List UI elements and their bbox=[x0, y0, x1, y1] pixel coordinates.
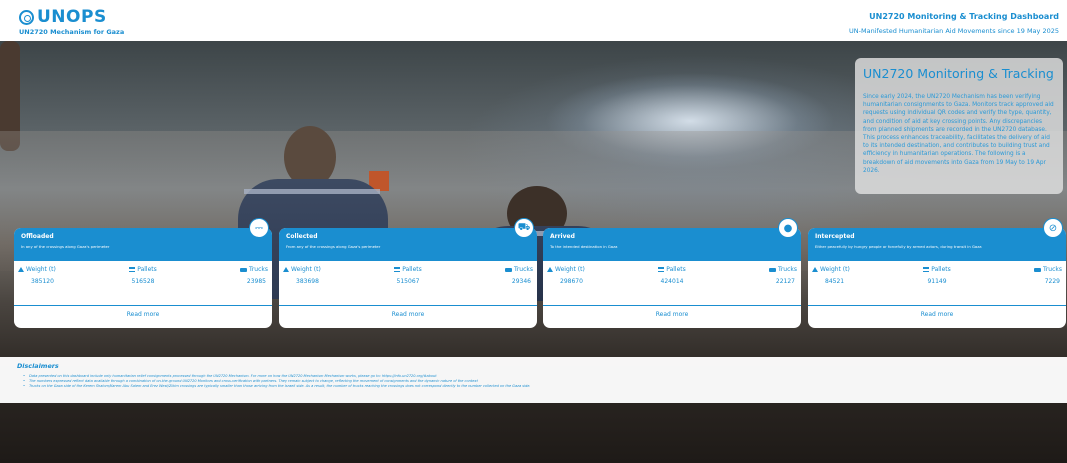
pallets-value: 516528 bbox=[131, 278, 155, 285]
pallets-value: 515067 bbox=[396, 278, 420, 285]
info-title: UN2720 Monitoring & Tracking bbox=[863, 66, 1054, 81]
read-more-link[interactable]: Read more bbox=[543, 311, 801, 318]
weight-label: Weight (t) bbox=[820, 266, 850, 273]
stat-pallets: Pallets 424014 bbox=[631, 266, 714, 285]
info-body: Since early 2024, the UN2720 Mechanism h… bbox=[863, 94, 1054, 174]
card-description: Either peacefully by hungry people or fo… bbox=[815, 244, 982, 249]
weight-value: 383698 bbox=[296, 278, 319, 285]
card-offloaded: Offloaded In any of the crossings along … bbox=[14, 218, 272, 328]
pallets-value: 424014 bbox=[660, 278, 684, 285]
un-emblem-icon bbox=[19, 9, 34, 25]
stat-pallets: Pallets 91149 bbox=[896, 266, 979, 285]
weight-icon bbox=[547, 267, 553, 272]
logo-subtitle: UN2720 Mechanism for Gaza bbox=[19, 28, 125, 36]
disclaimers-section: Disclaimers Data presented on this dashb… bbox=[0, 357, 1067, 403]
card-intercepted: Intercepted Either peacefully by hungry … bbox=[808, 218, 1066, 328]
truck-icon bbox=[1034, 267, 1042, 272]
read-more-link[interactable]: Read more bbox=[14, 311, 272, 318]
stat-trucks: Trucks 29346 bbox=[451, 266, 533, 285]
pallet-icon bbox=[923, 267, 930, 272]
trucks-label: Trucks bbox=[249, 266, 268, 273]
pallet-icon bbox=[658, 267, 665, 272]
trucks-value: 7229 bbox=[1044, 278, 1060, 285]
trucks-value: 23985 bbox=[246, 278, 266, 285]
card-description: From any of the crossings along Gaza's p… bbox=[286, 244, 381, 249]
card-title: Collected bbox=[286, 233, 318, 240]
disclaimers-list: Data presented on this dashboard include… bbox=[17, 374, 1050, 389]
card-collected: Collected From any of the crossings alon… bbox=[279, 218, 537, 328]
weight-icon bbox=[283, 267, 289, 272]
card-divider bbox=[543, 305, 801, 306]
read-more-link[interactable]: Read more bbox=[279, 311, 537, 318]
dashboard-title: UN2720 Monitoring & Tracking Dashboard bbox=[869, 12, 1059, 21]
card-divider bbox=[808, 305, 1066, 306]
card-header: Collected From any of the crossings alon… bbox=[279, 218, 537, 261]
stat-pallets: Pallets 516528 bbox=[102, 266, 185, 285]
truck-icon bbox=[240, 267, 248, 272]
stat-trucks: Trucks 22127 bbox=[715, 266, 797, 285]
trucks-label: Trucks bbox=[778, 266, 797, 273]
weight-label: Weight (t) bbox=[555, 266, 585, 273]
card-title: Arrived bbox=[550, 233, 575, 240]
page-header: UNOPS UN2720 Mechanism for Gaza UN2720 M… bbox=[0, 0, 1067, 41]
disclaimers-title: Disclaimers bbox=[17, 362, 59, 370]
weight-value: 298670 bbox=[560, 278, 583, 285]
read-more-link[interactable]: Read more bbox=[808, 311, 1066, 318]
stat-trucks: Trucks 7229 bbox=[980, 266, 1062, 285]
truck-icon bbox=[769, 267, 777, 272]
weight-label: Weight (t) bbox=[291, 266, 321, 273]
trucks-value: 29346 bbox=[511, 278, 531, 285]
pallets-label: Pallets bbox=[931, 266, 951, 273]
card-arrived: Arrived To the intended destination in G… bbox=[543, 218, 801, 328]
pallet-icon bbox=[394, 267, 401, 272]
trucks-label: Trucks bbox=[1043, 266, 1062, 273]
trucks-label: Trucks bbox=[514, 266, 533, 273]
truck-icon bbox=[505, 267, 513, 272]
logo-text: UNOPS bbox=[37, 7, 107, 27]
weight-label: Weight (t) bbox=[26, 266, 56, 273]
pallets-label: Pallets bbox=[402, 266, 422, 273]
card-header: Arrived To the intended destination in G… bbox=[543, 218, 801, 261]
card-header: Intercepted Either peacefully by hungry … bbox=[808, 218, 1066, 261]
pallets-value: 91149 bbox=[927, 278, 947, 285]
card-divider bbox=[14, 305, 272, 306]
trucks-value: 22127 bbox=[775, 278, 795, 285]
stat-weight: Weight (t) 84521 bbox=[812, 266, 895, 285]
truck-collect-icon: ⛟ bbox=[514, 218, 534, 238]
info-panel: UN2720 Monitoring & Tracking Since early… bbox=[855, 58, 1063, 194]
weight-value: 84521 bbox=[825, 278, 845, 285]
stat-weight: Weight (t) 385120 bbox=[18, 266, 101, 285]
pallets-label: Pallets bbox=[137, 266, 157, 273]
card-title: Offloaded bbox=[21, 233, 54, 240]
intercept-icon: ⊘ bbox=[1043, 218, 1063, 238]
stat-weight: Weight (t) 383698 bbox=[283, 266, 366, 285]
dashboard-tagline: UN-Manifested Humanitarian Aid Movements… bbox=[849, 27, 1059, 35]
disclaimer-item: Trucks on the Gaza side of the Kerem Sha… bbox=[23, 384, 1050, 389]
card-description: To the intended destination in Gaza bbox=[550, 244, 618, 249]
card-title: Intercepted bbox=[815, 233, 855, 240]
stat-pallets: Pallets 515067 bbox=[367, 266, 450, 285]
stat-weight: Weight (t) 298670 bbox=[547, 266, 630, 285]
vest-stripe bbox=[244, 189, 380, 194]
pallets-label: Pallets bbox=[666, 266, 686, 273]
card-divider bbox=[279, 305, 537, 306]
weight-icon bbox=[812, 267, 818, 272]
offload-icon: ⎓ bbox=[249, 218, 269, 238]
pallet-icon bbox=[129, 267, 136, 272]
weight-value: 385120 bbox=[31, 278, 54, 285]
weight-icon bbox=[18, 267, 24, 272]
unops-logo[interactable]: UNOPS bbox=[19, 7, 107, 27]
card-description: In any of the crossings along Gaza's per… bbox=[21, 244, 110, 249]
card-header: Offloaded In any of the crossings along … bbox=[14, 218, 272, 261]
stat-trucks: Trucks 23985 bbox=[186, 266, 268, 285]
truck-arrived-icon: ● bbox=[778, 218, 798, 238]
